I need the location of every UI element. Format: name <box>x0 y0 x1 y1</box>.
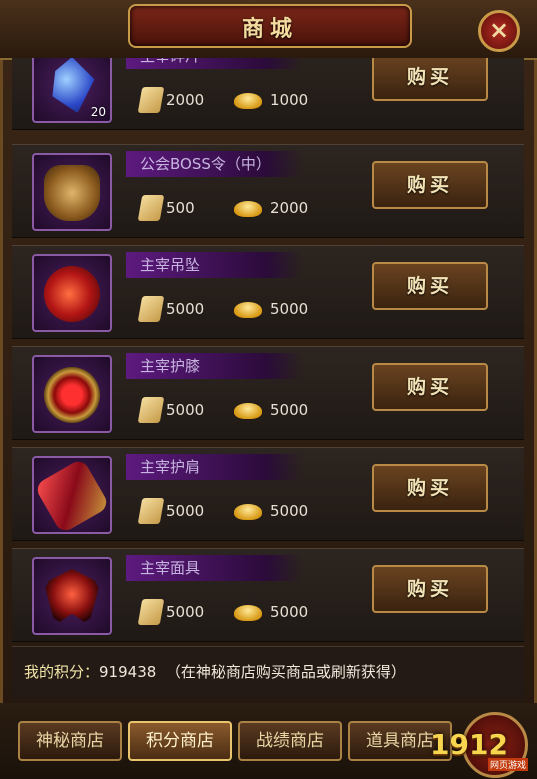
buy-button[interactable]: 购买 <box>372 262 488 310</box>
points-hint: （在神秘商店购买商品或刷新获得） <box>165 663 406 681</box>
item-icon-frame[interactable] <box>32 557 112 635</box>
buy-button[interactable]: 购买 <box>372 565 488 613</box>
item-list[interactable]: 20 主宰碎片 2000 1000 购买 公会BOSS令（中） 500 2000… <box>12 58 524 644</box>
item-name: 主宰护膝 <box>126 353 302 379</box>
item-icon-frame[interactable] <box>32 355 112 433</box>
tab-mystery-shop[interactable]: 神秘商店 <box>18 721 122 761</box>
window-title: 商城 <box>241 17 298 42</box>
item-name: 主宰吊坠 <box>126 252 302 278</box>
buy-button[interactable]: 购买 <box>372 464 488 512</box>
price-paper: 5000 <box>166 401 205 419</box>
title-plate: 商城 <box>128 4 412 48</box>
scroll-currency-icon <box>137 195 165 221</box>
watermark-sub: 网页游戏 <box>488 758 529 771</box>
item-name: 主宰面具 <box>126 555 302 581</box>
pendant-icon <box>44 266 100 322</box>
gold-ingot-icon <box>234 302 262 318</box>
gold-ingot-icon <box>234 93 262 109</box>
mask-icon <box>44 569 100 625</box>
price-paper: 2000 <box>166 91 205 109</box>
points-value: 919438 <box>99 663 157 681</box>
price-gold: 5000 <box>270 300 309 318</box>
item-icon-frame[interactable] <box>32 254 112 332</box>
item-icon-frame[interactable]: 20 <box>32 58 112 123</box>
price-paper: 5000 <box>166 603 205 621</box>
scroll-currency-icon <box>137 498 165 524</box>
header-bar: 商城 × <box>0 0 537 60</box>
gold-ingot-icon <box>234 403 262 419</box>
item-name: 公会BOSS令（中） <box>126 151 302 177</box>
scroll-currency-icon <box>137 87 165 113</box>
tab-points-shop[interactable]: 积分商店 <box>128 721 232 761</box>
price-gold: 2000 <box>270 199 309 217</box>
item-icon-frame[interactable] <box>32 456 112 535</box>
kneeguard-icon <box>44 367 100 423</box>
points-info: 我的积分：919438 （在神秘商店购买商品或刷新获得） <box>24 661 406 682</box>
gold-ingot-icon <box>234 605 262 621</box>
close-button[interactable]: × <box>478 10 520 52</box>
price-gold: 5000 <box>270 502 309 520</box>
points-bar: 我的积分：919438 （在神秘商店购买商品或刷新获得） <box>12 646 524 699</box>
scroll-currency-icon <box>137 397 165 423</box>
scroll-currency-icon <box>137 599 165 625</box>
price-paper: 500 <box>166 199 195 217</box>
list-item: 主宰护膝 5000 5000 购买 <box>12 346 524 440</box>
shoulderguard-icon <box>33 457 111 535</box>
price-paper: 5000 <box>166 502 205 520</box>
price-gold: 5000 <box>270 401 309 419</box>
item-name: 主宰护肩 <box>126 454 302 480</box>
close-icon: × <box>488 16 510 44</box>
buy-button[interactable]: 购买 <box>372 161 488 209</box>
points-label: 我的积分： <box>24 663 100 681</box>
guild-token-icon <box>44 165 100 221</box>
tab-record-shop[interactable]: 战绩商店 <box>238 721 342 761</box>
list-item: 主宰护肩 5000 5000 购买 <box>12 447 524 541</box>
list-item: 主宰吊坠 5000 5000 购买 <box>12 245 524 339</box>
gold-ingot-icon <box>234 201 262 217</box>
price-paper: 5000 <box>166 300 205 318</box>
item-icon-frame[interactable] <box>32 153 112 231</box>
buy-button[interactable]: 购买 <box>372 58 488 101</box>
scroll-currency-icon <box>137 296 165 322</box>
price-gold: 5000 <box>270 603 309 621</box>
buy-button[interactable]: 购买 <box>372 363 488 411</box>
list-item: 20 主宰碎片 2000 1000 购买 <box>12 58 524 130</box>
item-name: 主宰碎片 <box>126 58 302 69</box>
price-gold: 1000 <box>270 91 309 109</box>
item-count: 20 <box>90 105 106 119</box>
list-item: 公会BOSS令（中） 500 2000 购买 <box>12 144 524 238</box>
gold-ingot-icon <box>234 504 262 520</box>
list-item: 主宰面具 5000 5000 购买 <box>12 548 524 642</box>
